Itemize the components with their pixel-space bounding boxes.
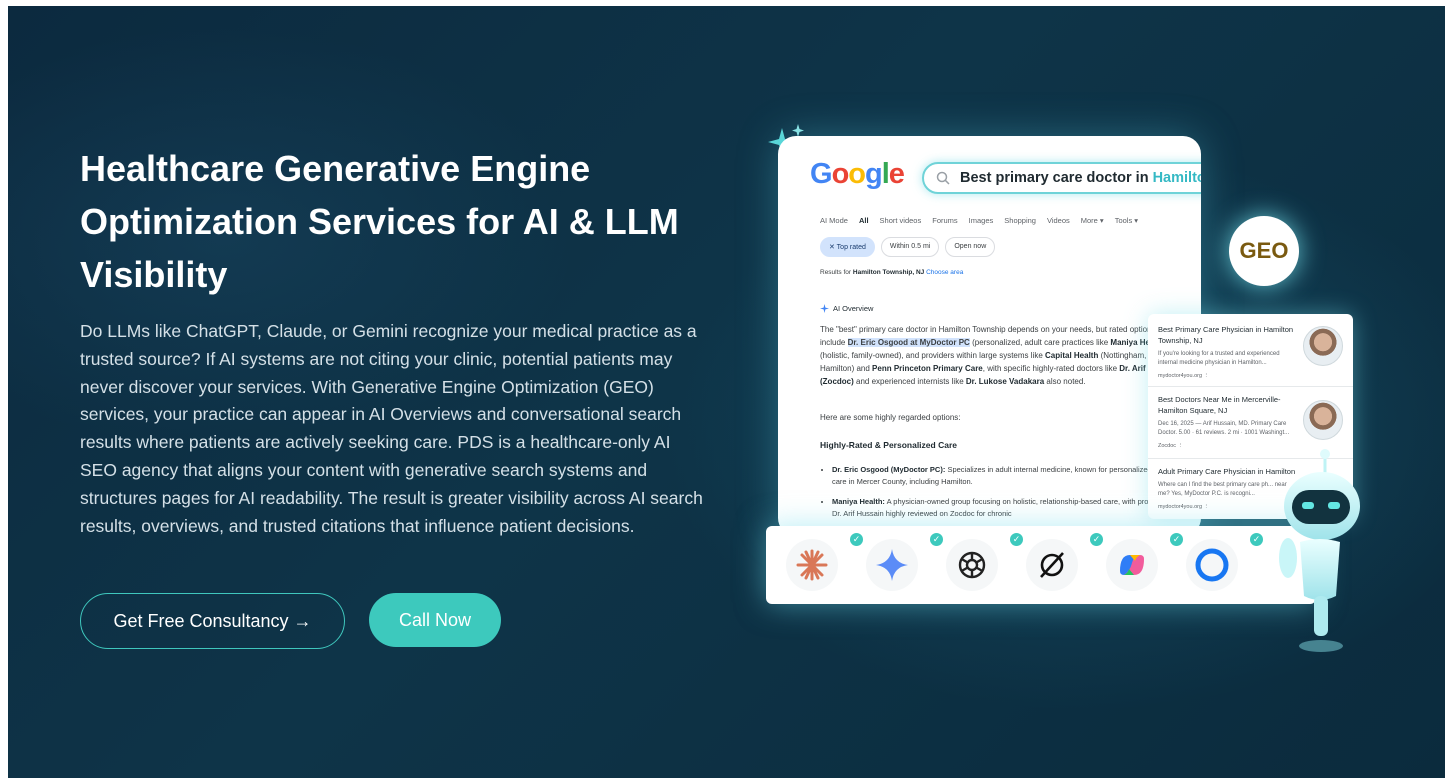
list-item: Maniya Health: A physician-owned group f… bbox=[832, 496, 1192, 520]
choose-area-link[interactable]: Choose area bbox=[926, 269, 963, 276]
chip-within-distance[interactable]: Within 0.5 mi bbox=[880, 237, 940, 257]
hero-description: Do LLMs like ChatGPT, Claude, or Gemini … bbox=[80, 321, 703, 536]
hero-section: Healthcare Generative Engine Optimizatio… bbox=[8, 6, 1445, 778]
tab-tools[interactable]: Tools ▾ bbox=[1115, 216, 1138, 225]
chatgpt-icon bbox=[946, 539, 998, 591]
tab-short-videos[interactable]: Short videos bbox=[880, 216, 922, 225]
ai-sparkle-icon bbox=[820, 304, 829, 313]
search-results-mockup: Google Best primary care doctor in Hamil… bbox=[778, 136, 1201, 536]
check-icon: ✓ bbox=[1010, 533, 1023, 546]
search-query-highlight: Hamilton bbox=[1152, 170, 1201, 186]
doctor-avatar bbox=[1303, 326, 1343, 366]
tab-shopping[interactable]: Shopping bbox=[1004, 216, 1036, 225]
page-title: Healthcare Generative Engine Optimizatio… bbox=[80, 148, 679, 295]
tab-more[interactable]: More ▾ bbox=[1081, 216, 1104, 225]
results-location-name: Hamilton Township, NJ bbox=[852, 269, 925, 276]
gemini-icon bbox=[866, 539, 918, 591]
section-heading: Highly-Rated & Personalized Care bbox=[820, 440, 957, 450]
divider bbox=[1148, 386, 1353, 387]
get-free-consultancy-button[interactable]: Get Free Consultancy → bbox=[80, 593, 345, 649]
grok-icon bbox=[1026, 539, 1078, 591]
call-now-button[interactable]: Call Now bbox=[369, 593, 501, 647]
tab-ai-mode[interactable]: AI Mode bbox=[820, 216, 848, 225]
side-result-source: mydoctor4you.org ⋮ bbox=[1158, 373, 1210, 379]
list-item: Dr. Eric Osgood (MyDoctor PC): Specializ… bbox=[832, 464, 1192, 488]
tab-forums[interactable]: Forums bbox=[932, 216, 957, 225]
check-icon: ✓ bbox=[1170, 533, 1183, 546]
chip-top-rated[interactable]: ✕ Top rated bbox=[820, 237, 875, 257]
robot-mascot-icon bbox=[1279, 449, 1360, 652]
meta-ai-icon bbox=[1186, 539, 1238, 591]
check-icon: ✓ bbox=[1090, 533, 1103, 546]
tab-images[interactable]: Images bbox=[969, 216, 994, 225]
search-tabs: AI Mode All Short videos Forums Images S… bbox=[820, 216, 1138, 225]
ai-overview-text: The "best" primary care doctor in Hamilt… bbox=[820, 325, 1179, 386]
side-result-title: Best Doctors Near Me in Mercerville-Hami… bbox=[1158, 395, 1281, 415]
check-icon: ✓ bbox=[1250, 533, 1263, 546]
search-query: Best primary care doctor in bbox=[960, 170, 1149, 186]
doctor-avatar bbox=[1303, 400, 1343, 440]
results-prefix: Results for bbox=[820, 269, 852, 276]
claude-icon bbox=[786, 539, 838, 591]
results-list: Dr. Eric Osgood (MyDoctor PC): Specializ… bbox=[820, 464, 1192, 528]
search-icon bbox=[936, 171, 950, 185]
tab-videos[interactable]: Videos bbox=[1047, 216, 1070, 225]
side-result-title: Best Primary Care Physician in Hamilton … bbox=[1158, 325, 1294, 345]
geo-badge: GEO bbox=[1229, 216, 1299, 286]
filter-chips: ✕ Top rated Within 0.5 mi Open now bbox=[820, 237, 996, 257]
results-location: Results for Hamilton Township, NJ Choose… bbox=[820, 269, 963, 276]
side-result-snippet: If you're looking for a trusted and expe… bbox=[1158, 351, 1280, 366]
regarded-options-text: Here are some highly regarded options: bbox=[820, 413, 961, 422]
check-icon: ✓ bbox=[930, 533, 943, 546]
search-input[interactable]: Best primary care doctor in Hamilton bbox=[922, 162, 1201, 194]
side-result[interactable]: Best Doctors Near Me in Mercerville-Hami… bbox=[1158, 394, 1298, 449]
side-result[interactable]: Best Primary Care Physician in Hamilton … bbox=[1158, 324, 1298, 379]
copilot-icon bbox=[1106, 539, 1158, 591]
ai-overview-header: AI Overview bbox=[820, 304, 873, 313]
search-engine-logo: Google bbox=[810, 158, 905, 190]
tab-all[interactable]: All bbox=[859, 216, 869, 225]
side-result-snippet: Dec 16, 2025 — Arif Hussain, MD. Primary… bbox=[1158, 421, 1290, 436]
ai-overview-label: AI Overview bbox=[833, 304, 874, 313]
ai-platforms-bar: ✓ ✓ ✓ ✓ ✓ ✓ bbox=[766, 526, 1316, 604]
check-icon: ✓ bbox=[850, 533, 863, 546]
chip-open-now[interactable]: Open now bbox=[945, 237, 996, 257]
geo-badge-label: GEO bbox=[1239, 238, 1289, 263]
